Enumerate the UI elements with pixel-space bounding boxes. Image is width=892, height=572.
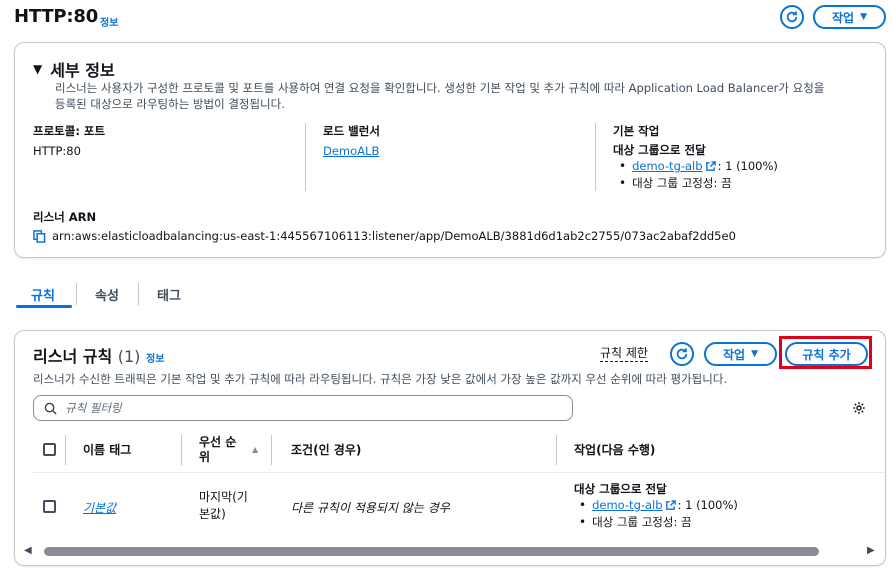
rules-actions-dropdown-button[interactable]: 작업 ▼ xyxy=(704,342,777,366)
caret-down-icon: ▼ xyxy=(751,349,758,359)
rules-title-text: 리스너 규칙 xyxy=(33,347,113,366)
search-placeholder: 규칙 필터링 xyxy=(65,401,122,415)
select-all-checkbox[interactable] xyxy=(43,443,56,456)
rules-description: 리스너가 수신한 트래픽은 기본 작업 및 추가 규칙에 따라 라우팅됩니다. … xyxy=(33,372,728,386)
column-divider xyxy=(181,435,182,465)
description-line: 리스너는 사용자가 구성한 프로토콜 및 포트를 사용하여 연결 요청을 확인합… xyxy=(55,81,825,95)
details-toggle[interactable]: ▼ 세부 정보 xyxy=(33,57,115,81)
gear-icon xyxy=(853,402,865,414)
page-title: HTTP:80 xyxy=(14,6,99,27)
stickiness-text: 대상 그룹 고정성: 끔 xyxy=(632,176,732,190)
load-balancer-link[interactable]: DemoALB xyxy=(323,144,379,158)
rule-priority: 마지막(기 본값) xyxy=(199,489,248,523)
scroll-left-arrow[interactable]: ◀ xyxy=(24,545,32,556)
list-item: demo-tg-alb : 1 (100%) xyxy=(619,158,778,175)
header-line: 우선 순 xyxy=(199,435,237,449)
column-header-priority[interactable]: 우선 순 위 xyxy=(199,435,236,465)
caret-down-icon: ▼ xyxy=(860,12,867,22)
load-balancer-label: 로드 밸런서 xyxy=(323,124,380,138)
tab-tags[interactable]: 태그 xyxy=(157,285,181,304)
protocol-value: HTTP:80 xyxy=(33,144,81,158)
copy-icon[interactable] xyxy=(33,229,46,243)
scroll-right-arrow[interactable]: ▶ xyxy=(867,545,875,556)
header-line: 위 xyxy=(199,450,211,464)
external-link-icon xyxy=(705,161,716,171)
arn-value: arn:aws:elasticloadbalancing:us-east-1:4… xyxy=(52,229,736,243)
horizontal-scrollbar-thumb[interactable] xyxy=(44,547,819,556)
list-item: demo-tg-alb : 1 (100%) xyxy=(579,497,738,514)
arn-label: 리스너 ARN xyxy=(33,210,97,224)
row-checkbox[interactable] xyxy=(43,500,56,513)
tab-rules[interactable]: 규칙 xyxy=(31,285,55,304)
rules-title: 리스너 규칙 (1) 정보 xyxy=(33,343,164,367)
info-link[interactable]: 정보 xyxy=(146,354,164,365)
details-panel: ▼ 세부 정보 리스너는 사용자가 구성한 프로토콜 및 포트를 사용하여 연결… xyxy=(14,42,886,258)
target-group-link[interactable]: demo-tg-alb xyxy=(592,497,662,514)
rule-action-title: 대상 그룹으로 전달 xyxy=(574,482,667,496)
caret-down-icon: ▼ xyxy=(33,62,43,76)
protocol-label: 프로토콜: 포트 xyxy=(33,124,106,138)
target-weight: : 1 (100%) xyxy=(717,159,778,173)
list-item: 대상 그룹 고정성: 끔 xyxy=(579,514,738,531)
search-icon xyxy=(44,402,57,415)
target-group-link[interactable]: demo-tg-alb xyxy=(632,158,702,175)
rules-filter-input[interactable]: 규칙 필터링 xyxy=(33,395,573,421)
column-divider xyxy=(271,435,272,465)
column-divider xyxy=(556,435,557,465)
rule-condition: 다른 규칙이 적용되지 않는 경우 xyxy=(291,501,450,515)
external-link-icon xyxy=(665,500,676,510)
tab-divider xyxy=(76,283,77,305)
sort-icon[interactable]: ▲ xyxy=(252,445,258,454)
table-divider xyxy=(33,472,885,473)
rules-count: (1) xyxy=(117,347,141,366)
actions-label: 작업 xyxy=(831,10,855,25)
active-tab-indicator xyxy=(16,305,72,308)
column-header-actions[interactable]: 작업(다음 수행) xyxy=(574,441,655,458)
priority-line: 본값) xyxy=(199,507,226,521)
refresh-button[interactable] xyxy=(670,342,694,366)
target-weight: : 1 (100%) xyxy=(677,498,738,512)
default-action-title: 대상 그룹으로 전달 xyxy=(613,143,706,157)
column-divider xyxy=(595,123,596,191)
column-header-name-tag[interactable]: 이름 태그 xyxy=(83,441,131,458)
priority-line: 마지막(기 xyxy=(199,490,248,504)
rule-action-list: demo-tg-alb : 1 (100%) 대상 그룹 고정성: 끔 xyxy=(579,497,738,531)
tab-attributes[interactable]: 속성 xyxy=(95,285,119,304)
list-item: 대상 그룹 고정성: 끔 xyxy=(619,175,778,192)
refresh-icon xyxy=(676,348,688,360)
rule-name-link[interactable]: 기본값 xyxy=(83,499,116,516)
refresh-button[interactable] xyxy=(780,5,804,29)
refresh-icon xyxy=(786,11,798,23)
column-divider xyxy=(305,123,306,191)
actions-dropdown-button[interactable]: 작업 ▼ xyxy=(813,5,886,29)
info-link[interactable]: 정보 xyxy=(100,14,118,29)
column-header-conditions[interactable]: 조건(인 경우) xyxy=(291,441,361,458)
details-description: 리스너는 사용자가 구성한 프로토콜 및 포트를 사용하여 연결 요청을 확인합… xyxy=(55,80,880,112)
default-action-label: 기본 작업 xyxy=(613,124,660,138)
actions-label: 작업 xyxy=(722,347,746,362)
highlight-box xyxy=(779,336,872,369)
rules-panel: 리스너 규칙 (1) 정보 규칙 제한 작업 ▼ 규칙 추가 리스너가 수신한 … xyxy=(14,330,886,566)
tab-divider xyxy=(138,283,139,305)
arn-row: arn:aws:elasticloadbalancing:us-east-1:4… xyxy=(33,229,736,243)
stickiness-text: 대상 그룹 고정성: 끔 xyxy=(592,515,692,529)
column-divider xyxy=(65,435,66,465)
description-line: 등록된 대상으로 라우팅하는 방법이 결정됩니다. xyxy=(55,97,285,111)
rules-limit-link[interactable]: 규칙 제한 xyxy=(600,346,648,362)
details-title: 세부 정보 xyxy=(50,61,115,80)
settings-gear-button[interactable] xyxy=(852,401,866,418)
default-action-list: demo-tg-alb : 1 (100%) 대상 그룹 고정성: 끔 xyxy=(619,158,778,192)
